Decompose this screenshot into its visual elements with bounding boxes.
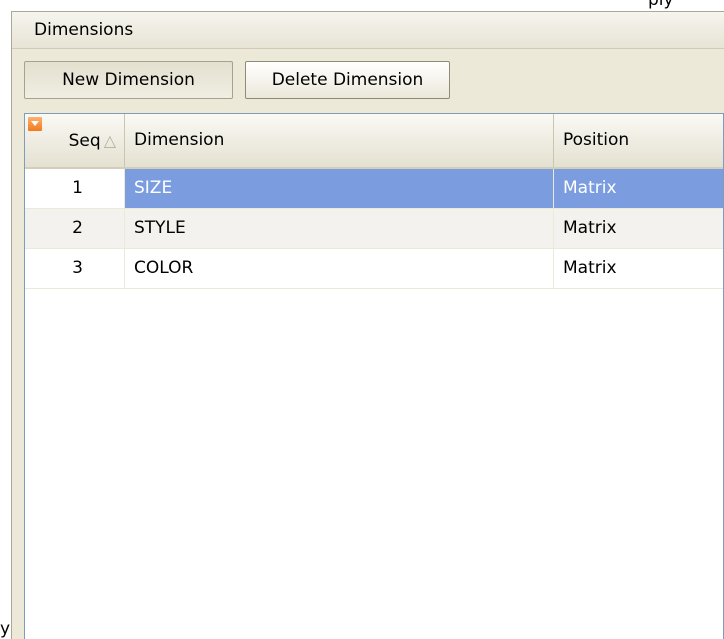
toolbar: New Dimension Delete Dimension <box>12 49 724 113</box>
new-dimension-button[interactable]: New Dimension <box>24 61 233 99</box>
dimension-cell[interactable]: COLOR <box>124 249 553 288</box>
column-header-position[interactable]: Position <box>553 114 723 167</box>
dimensions-panel: Dimensions New Dimension Delete Dimensio… <box>11 11 724 639</box>
seq-cell[interactable]: 3 <box>25 249 124 288</box>
dimensions-grid[interactable]: Seq △ Dimension Position 1 SIZE Matrix 2 STYL… <box>24 113 724 639</box>
cropped-text-fragment: ply <box>648 0 674 10</box>
grid-rows: 1 SIZE Matrix 2 STYLE Matrix 3 COLOR Matrix <box>25 169 723 289</box>
panel-header: Dimensions <box>12 12 724 49</box>
table-row[interactable]: 3 COLOR Matrix <box>25 249 723 289</box>
sort-ascending-icon: △ <box>103 131 116 150</box>
seq-cell[interactable]: 2 <box>25 209 124 248</box>
position-cell[interactable]: Matrix <box>553 169 723 208</box>
seq-cell[interactable]: 1 <box>25 169 124 208</box>
column-header-label: Seq <box>68 131 101 151</box>
dimension-cell[interactable]: STYLE <box>124 209 553 248</box>
table-row[interactable]: 1 SIZE Matrix <box>25 169 723 209</box>
column-header-seq[interactable]: Seq △ <box>25 114 124 167</box>
column-header-dimension[interactable]: Dimension <box>124 114 553 167</box>
delete-dimension-button[interactable]: Delete Dimension <box>245 61 450 99</box>
grid-header: Seq △ Dimension Position <box>25 114 723 169</box>
cropped-text-fragment: y <box>0 619 11 639</box>
column-header-label: Position <box>563 130 630 150</box>
position-cell[interactable]: Matrix <box>553 209 723 248</box>
table-row[interactable]: 2 STYLE Matrix <box>25 209 723 249</box>
screen: ply y Dimensions New Dimension Delete Di… <box>0 0 724 639</box>
panel-title: Dimensions <box>34 20 134 40</box>
position-cell[interactable]: Matrix <box>553 249 723 288</box>
dimension-cell[interactable]: SIZE <box>124 169 553 208</box>
column-header-label: Dimension <box>134 130 225 150</box>
